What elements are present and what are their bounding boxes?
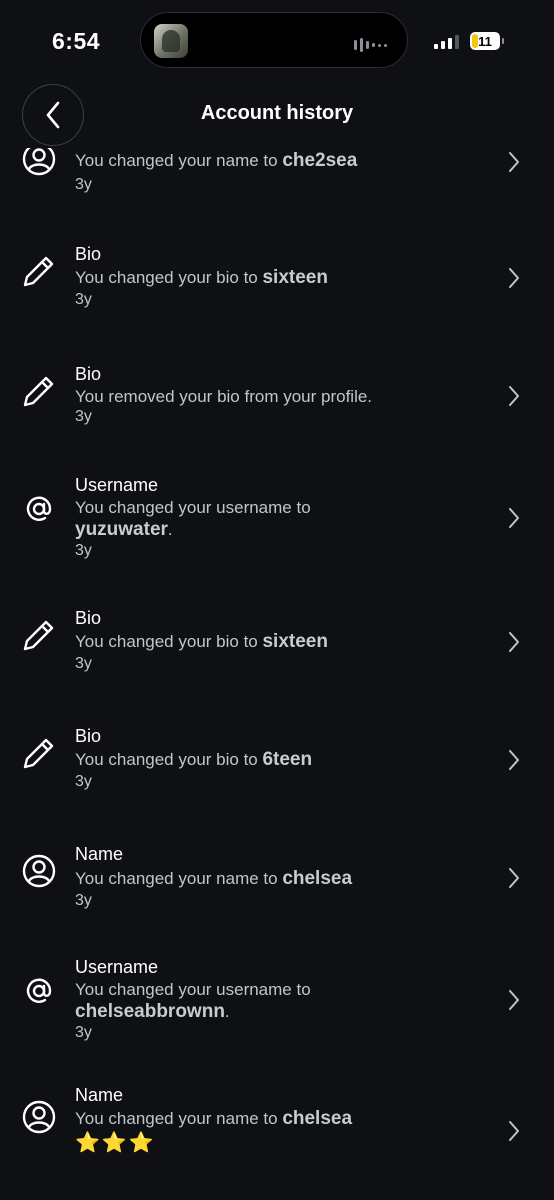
at-sign-icon xyxy=(26,496,52,521)
chevron-right-icon xyxy=(509,868,519,888)
history-item-username[interactable]: Username You changed your username to ch… xyxy=(0,954,554,1050)
history-item-time: 3y xyxy=(75,655,92,672)
history-item-description: You removed your bio from your profile. xyxy=(75,387,373,406)
cellular-signal-icon xyxy=(434,35,459,49)
history-item-title: Bio xyxy=(75,608,102,628)
history-item-description: You changed your name to chelsea xyxy=(75,868,353,889)
chevron-right-icon xyxy=(509,990,519,1010)
history-item-description: You changed your name to che2sea xyxy=(75,150,358,171)
user-circle-icon xyxy=(22,854,56,888)
battery-icon: 11 xyxy=(470,32,504,50)
audio-waveform-icon xyxy=(354,38,387,52)
chevron-right-icon xyxy=(509,152,519,172)
history-item-name[interactable]: You changed your name to che2sea 3y xyxy=(0,140,554,200)
history-item-bio[interactable]: Bio You changed your bio to sixteen 3y xyxy=(0,240,554,320)
pencil-icon xyxy=(23,256,54,287)
history-item-bio[interactable]: Bio You changed your bio to sixteen 3y xyxy=(0,604,554,684)
at-sign-icon xyxy=(26,978,52,1003)
history-item-title: Bio xyxy=(75,364,102,384)
chevron-right-icon xyxy=(509,508,519,528)
history-item-time: 3y xyxy=(75,773,92,790)
page-title: Account history xyxy=(200,102,354,124)
history-item-name[interactable]: Name You changed your name to chelsea 3y xyxy=(0,840,554,920)
history-item-time: 3y xyxy=(75,892,92,909)
history-item-title: Username xyxy=(75,957,159,977)
chevron-right-icon xyxy=(509,268,519,288)
history-item-time: 3y xyxy=(75,291,92,308)
pencil-icon xyxy=(23,376,54,407)
history-item-name[interactable]: Name You changed your name to chelsea ⭐⭐… xyxy=(0,1082,554,1182)
history-item-username[interactable]: Username You changed your username to yu… xyxy=(0,472,554,568)
history-item-title: Name xyxy=(75,844,124,864)
history-item-bio[interactable]: Bio You removed your bio from your profi… xyxy=(0,360,554,440)
history-item-description: You changed your bio to 6teen xyxy=(75,749,313,770)
chevron-right-icon xyxy=(509,750,519,770)
history-item-time: 3y xyxy=(75,1024,92,1041)
nav-header: Account history xyxy=(0,80,554,148)
pencil-icon xyxy=(23,620,54,651)
history-item-title: Bio xyxy=(75,244,102,264)
history-item-description: You changed your name to chelsea xyxy=(75,1108,353,1129)
pencil-icon xyxy=(23,738,54,769)
history-item-description: You changed your username to chelseabbro… xyxy=(75,980,311,1022)
history-item-description: You changed your username to yuzuwater. xyxy=(75,498,311,540)
chevron-right-icon xyxy=(509,386,519,406)
dynamic-island[interactable] xyxy=(140,12,408,68)
history-item-description: You changed your bio to sixteen xyxy=(75,267,328,288)
status-time: 6:54 xyxy=(52,28,101,54)
history-item-time: 3y xyxy=(75,176,92,193)
history-item-description: You changed your bio to sixteen xyxy=(75,631,328,652)
chevron-right-icon xyxy=(509,1121,519,1141)
status-bar: 6:54 11 xyxy=(0,0,554,80)
battery-level: 11 xyxy=(478,33,492,49)
history-item-title: Username xyxy=(75,475,159,495)
history-item-time: 3y xyxy=(75,408,92,425)
history-item-title: Name xyxy=(75,1085,124,1105)
history-item-time: 3y xyxy=(75,542,92,559)
history-item-bio[interactable]: Bio You changed your bio to 6teen 3y xyxy=(0,722,554,802)
history-item-title: Bio xyxy=(75,726,102,746)
now-playing-artwork-icon xyxy=(154,24,188,58)
user-circle-icon xyxy=(22,1100,56,1134)
chevron-right-icon xyxy=(509,632,519,652)
star-emoji: ⭐⭐⭐ xyxy=(75,1132,156,1154)
